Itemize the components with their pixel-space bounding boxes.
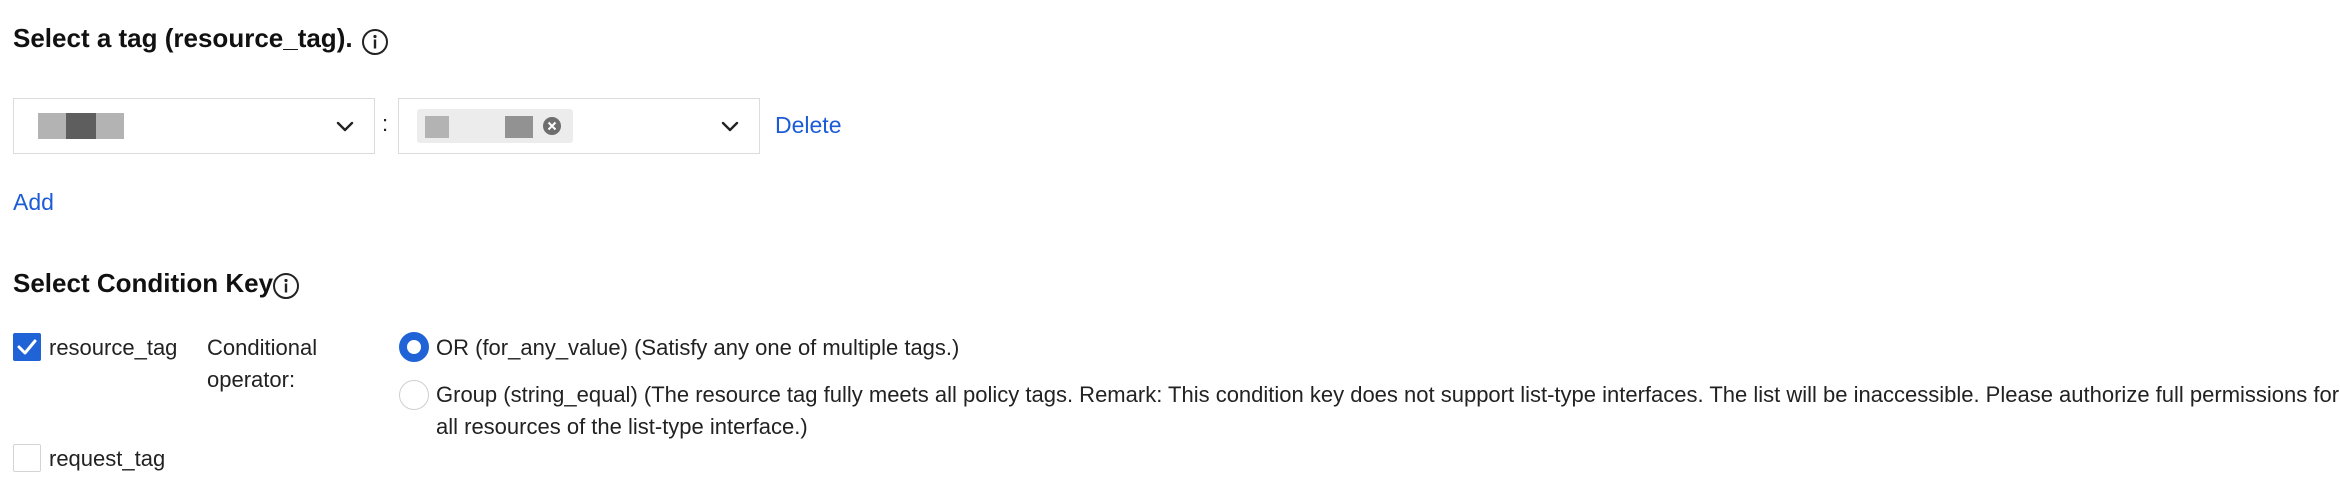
- redacted-value-part: [425, 116, 449, 138]
- info-icon[interactable]: [272, 272, 300, 300]
- condition-key-title: Select Condition Key: [13, 265, 273, 301]
- key-value-separator: :: [382, 111, 389, 136]
- request-tag-checkbox[interactable]: [13, 444, 41, 472]
- close-circle-icon[interactable]: [542, 116, 562, 136]
- selected-value-chip: [417, 109, 573, 143]
- chevron-down-icon[interactable]: [719, 115, 741, 137]
- resource-tag-checkbox[interactable]: [13, 333, 41, 361]
- redacted-value-part: [505, 116, 533, 138]
- tag-section-title-text: Select a tag (resource_tag).: [13, 23, 353, 53]
- group-operator-label-line2: all resources of the list-type interface…: [436, 414, 808, 439]
- operator-label-line2: operator:: [207, 367, 296, 392]
- add-tag-link[interactable]: Add: [13, 187, 54, 217]
- or-operator-label: OR (for_any_value) (Satisfy any one of m…: [436, 335, 960, 360]
- tag-value-select[interactable]: [398, 98, 760, 154]
- tag-key-select[interactable]: [13, 98, 375, 154]
- delete-tag-link[interactable]: Delete: [775, 110, 841, 140]
- request-tag-label: request_tag: [49, 446, 166, 471]
- redacted-key-part: [38, 113, 66, 139]
- group-operator-label-line1: Group (string_equal) (The resource tag f…: [436, 382, 2340, 407]
- info-icon[interactable]: [361, 28, 389, 56]
- chevron-down-icon[interactable]: [334, 115, 356, 137]
- redacted-key-part: [66, 113, 96, 139]
- resource-tag-label: resource_tag: [49, 335, 178, 360]
- operator-label-line1: Conditional: [207, 335, 318, 360]
- group-operator-radio[interactable]: [399, 380, 429, 410]
- tag-section-title: Select a tag (resource_tag).: [13, 20, 353, 56]
- condition-key-title-text: Select Condition Key: [13, 268, 274, 298]
- or-operator-radio[interactable]: [399, 332, 429, 362]
- check-icon: [17, 339, 37, 355]
- redacted-key-part: [96, 113, 124, 139]
